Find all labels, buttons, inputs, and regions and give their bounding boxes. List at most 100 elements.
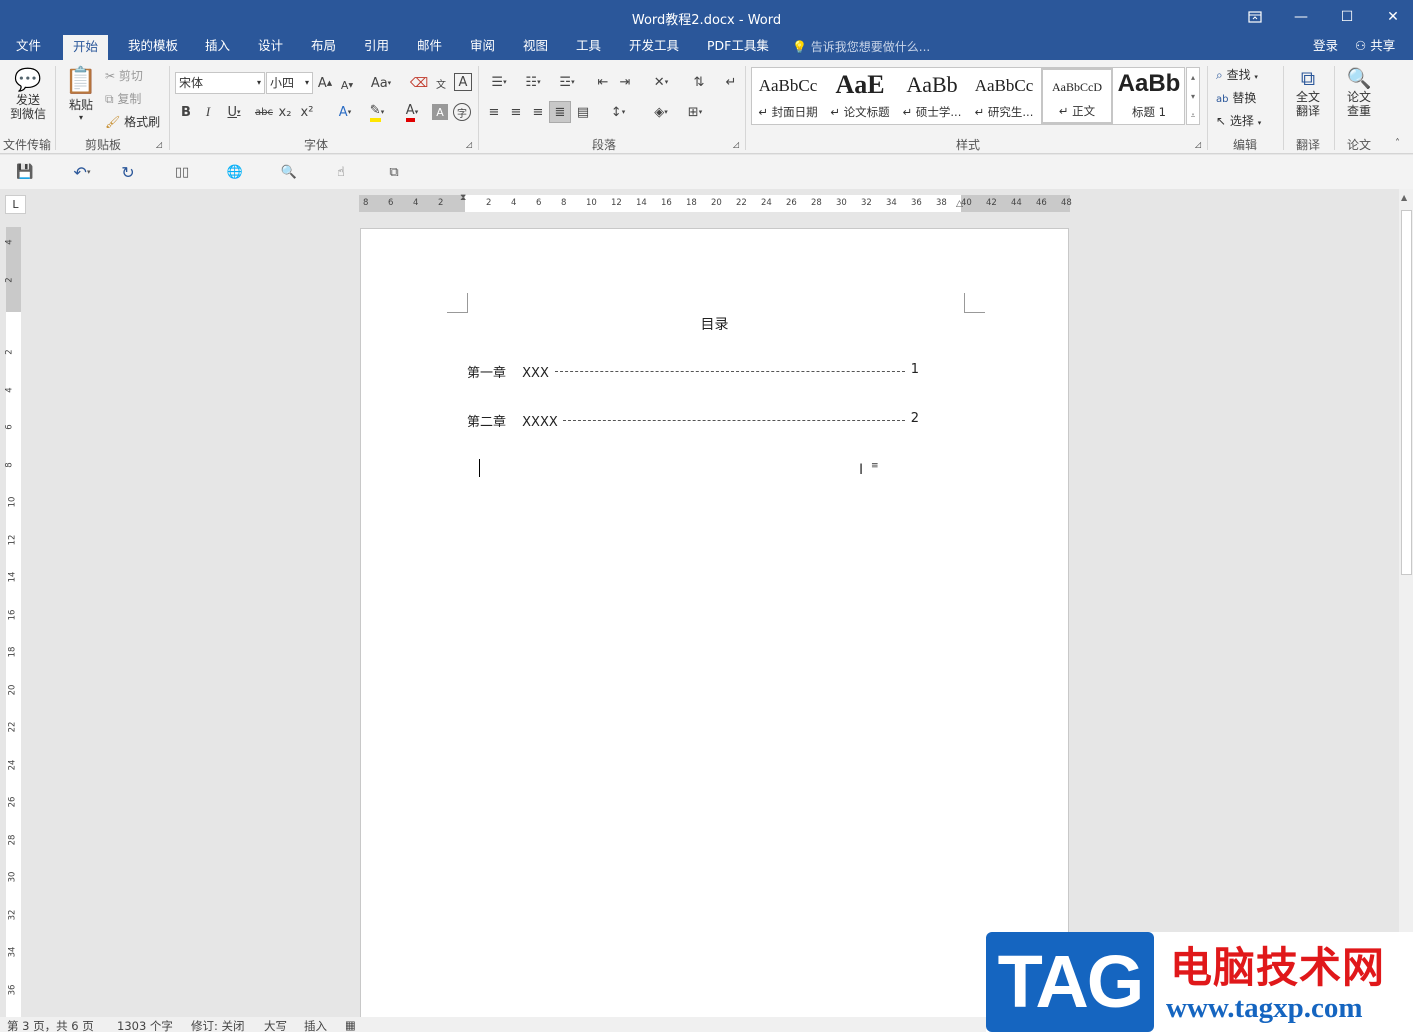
scrollbar-thumb[interactable] — [1401, 210, 1412, 575]
character-shading-button[interactable]: A — [432, 104, 448, 120]
italic-button[interactable]: I — [200, 102, 216, 122]
page-count[interactable]: 第 3 页，共 6 页 — [7, 1018, 94, 1032]
font-name-select[interactable]: 宋体 ▾ — [175, 72, 265, 94]
word-count[interactable]: 1303 个字 — [117, 1018, 173, 1032]
grow-font-button[interactable]: A ▲ — [317, 73, 333, 93]
paper-check-button[interactable]: 🔍 论文 查重 — [1341, 66, 1377, 118]
strikethrough-button[interactable]: abc — [254, 102, 274, 122]
tab-view[interactable]: 视图 — [513, 34, 558, 60]
bold-button[interactable]: B — [178, 102, 194, 122]
insert-mode-status[interactable]: 插入 — [304, 1018, 327, 1032]
cut-button[interactable]: ✂ 剪切 — [105, 67, 143, 84]
macro-record-icon[interactable]: ▦ — [345, 1018, 356, 1032]
clear-formatting-button[interactable]: ⌫ — [410, 73, 428, 93]
save-icon[interactable]: 💾 — [16, 163, 34, 181]
dialog-launcher-icon[interactable]: ◿ — [1195, 140, 1201, 149]
underline-button[interactable]: U ▾ — [222, 102, 246, 122]
style-heading-1[interactable]: AaBb 标题 1 — [1113, 68, 1185, 124]
scroll-up-icon[interactable]: ▲ — [1401, 193, 1407, 202]
highlight-button[interactable]: ✎ ▾ — [362, 102, 392, 122]
vertical-ruler[interactable]: 4 2 2 4 6 8 10 12 14 16 18 20 22 24 26 28 30 32 34 36 — [5, 227, 21, 1017]
customize-qat-icon[interactable]: ⧉ — [384, 163, 404, 181]
tab-developer[interactable]: 开发工具 — [619, 34, 689, 60]
distributed-button[interactable]: ▤ — [573, 102, 593, 122]
shrink-font-button[interactable]: A ▼ — [339, 75, 355, 95]
style-graduate[interactable]: AaBbCc ↵ 研究生... — [968, 68, 1040, 124]
web-layout-icon[interactable]: 🌐 — [225, 163, 245, 181]
format-painter-button[interactable]: 🖌 格式刷 — [105, 113, 160, 130]
style-paper-title[interactable]: AaE ↵ 论文标题 — [824, 68, 896, 124]
tab-review[interactable]: 审阅 — [460, 34, 505, 60]
line-spacing-button[interactable]: ↕ ▾ — [603, 102, 633, 122]
align-left-button[interactable]: ≡ — [484, 102, 504, 122]
right-indent-marker-icon[interactable]: △ — [956, 199, 963, 209]
find-button[interactable]: ⌕ 查找 ▾ — [1216, 66, 1258, 83]
show-marks-button[interactable]: ↵ — [721, 72, 741, 92]
align-right-button[interactable]: ≡ — [528, 102, 548, 122]
collapse-ribbon-icon[interactable]: ˄ — [1395, 138, 1400, 149]
phonetic-guide-button[interactable]: 文 — [432, 73, 450, 93]
close-button[interactable]: ✕ — [1370, 0, 1413, 34]
multilevel-list-button[interactable]: ☲ ▾ — [552, 72, 582, 92]
numbering-button[interactable]: ☷ ▾ — [518, 72, 548, 92]
tab-insert[interactable]: 插入 — [195, 34, 240, 60]
sort-button[interactable]: ⇅ — [689, 72, 709, 92]
copy-button[interactable]: ⧉ 复制 — [105, 90, 141, 107]
tab-selector[interactable]: L — [5, 195, 26, 214]
align-center-button[interactable]: ≡ — [506, 102, 526, 122]
style-cover-date[interactable]: AaBbCc ↵ 封面日期 — [752, 68, 824, 124]
decrease-indent-button[interactable]: ⇤ — [593, 72, 613, 92]
justify-button[interactable]: ≣ — [549, 101, 571, 123]
ribbon-display-options-button[interactable] — [1232, 0, 1278, 34]
horizontal-ruler[interactable]: 8 6 4 2 2 4 6 8 10 12 14 16 18 20 22 24 26 28 30 32 34 36… — [359, 193, 1072, 212]
tell-me-box[interactable]: 💡 告诉我您想要做什么... — [792, 38, 930, 55]
shading-button[interactable]: ◈ ▾ — [645, 102, 677, 122]
toc-entry[interactable]: 第一章 XXX 1 — [467, 362, 919, 381]
tab-my-templates[interactable]: 我的模板 — [118, 34, 188, 60]
redo-icon[interactable]: ↻ — [119, 163, 137, 182]
gallery-more-icon[interactable]: ⩡ — [1187, 106, 1199, 125]
paste-button[interactable]: 📋 粘贴 ▾ — [63, 66, 99, 122]
style-master[interactable]: AaBb ↵ 硕士学... — [896, 68, 968, 124]
share-button[interactable]: ⚇ 共享 — [1345, 34, 1405, 60]
gallery-down-icon[interactable]: ▾ — [1187, 87, 1199, 106]
tab-file[interactable]: 文件 — [6, 34, 51, 60]
bullets-button[interactable]: ☰ ▾ — [484, 72, 514, 92]
font-color-button[interactable]: A ▾ — [397, 102, 427, 122]
character-border-button[interactable]: A — [454, 73, 472, 91]
change-case-button[interactable]: Aa ▾ — [367, 73, 395, 93]
print-preview-icon[interactable]: 🔍 — [279, 163, 299, 181]
document-page[interactable]: 目录 第一章 XXX 1 第二章 XXXX 2 I ≡ — [360, 228, 1069, 1028]
tab-references[interactable]: 引用 — [354, 34, 399, 60]
full-text-translate-button[interactable]: ⧉ 全文 翻译 — [1290, 66, 1326, 118]
enclose-characters-button[interactable]: 字 — [453, 103, 471, 121]
tab-pdf-tools[interactable]: PDF工具集 — [697, 34, 779, 60]
undo-icon[interactable]: ↶ ▾ — [64, 163, 100, 182]
increase-indent-button[interactable]: ⇥ — [615, 72, 635, 92]
dialog-launcher-icon[interactable]: ◿ — [733, 140, 739, 149]
dialog-launcher-icon[interactable]: ◿ — [466, 140, 472, 149]
subscript-button[interactable]: x₂ — [277, 102, 293, 122]
send-to-wechat-button[interactable]: 💬 发送 到微信 — [6, 68, 50, 121]
touch-mode-icon[interactable]: ☝ — [331, 163, 351, 181]
tab-tools[interactable]: 工具 — [566, 34, 611, 60]
tab-home[interactable]: 开始 — [63, 35, 109, 60]
login-link[interactable]: 登录 — [1303, 34, 1348, 60]
dialog-launcher-icon[interactable]: ◿ — [156, 140, 162, 149]
track-changes-status[interactable]: 修订: 关闭 — [191, 1018, 245, 1032]
replace-button[interactable]: ab 替换 — [1216, 89, 1256, 106]
style-normal[interactable]: AaBbCcD ↵ 正文 — [1041, 68, 1113, 124]
minimize-button[interactable]: — — [1278, 0, 1324, 34]
select-button[interactable]: ↖ 选择 ▾ — [1216, 112, 1261, 129]
indent-marker-icon[interactable]: ⧗ — [460, 193, 466, 203]
tab-layout[interactable]: 布局 — [301, 34, 346, 60]
tab-mailings[interactable]: 邮件 — [407, 34, 452, 60]
font-size-select[interactable]: 小四 ▾ — [266, 72, 313, 94]
read-mode-icon[interactable]: ▯▯ — [172, 163, 192, 181]
tab-design[interactable]: 设计 — [248, 34, 293, 60]
superscript-button[interactable]: x² — [299, 102, 315, 122]
maximize-button[interactable]: ☐ — [1324, 0, 1370, 34]
borders-button[interactable]: ⊞ ▾ — [679, 102, 711, 122]
chinese-layout-button[interactable]: ✕ ▾ — [646, 72, 676, 92]
text-effects-button[interactable]: A ▾ — [332, 102, 358, 122]
